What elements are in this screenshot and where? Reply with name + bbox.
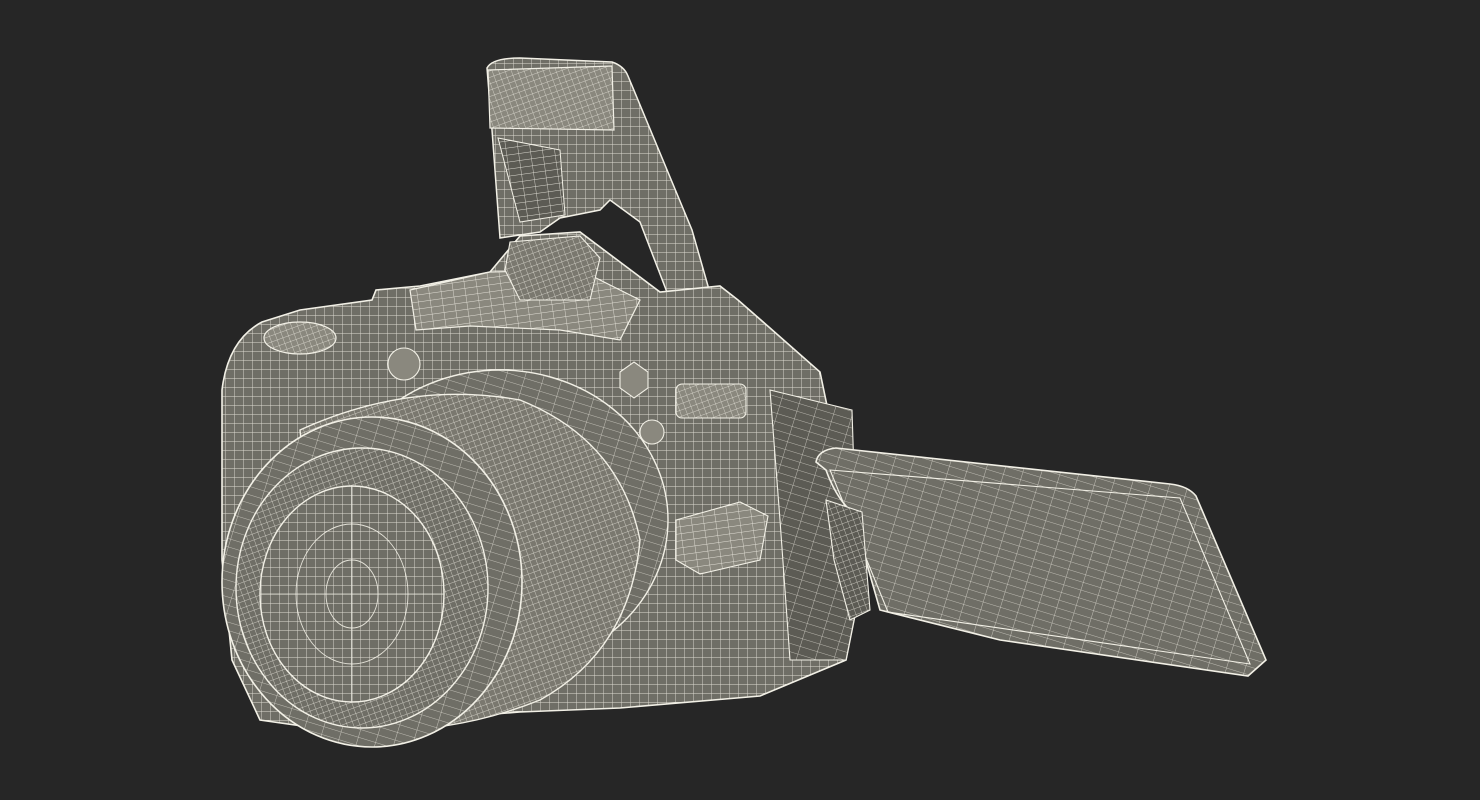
camera-wireframe-render	[221, 57, 1267, 748]
flip-out-lcd-screen	[815, 447, 1267, 677]
wireframe-render-viewport	[0, 0, 1480, 800]
